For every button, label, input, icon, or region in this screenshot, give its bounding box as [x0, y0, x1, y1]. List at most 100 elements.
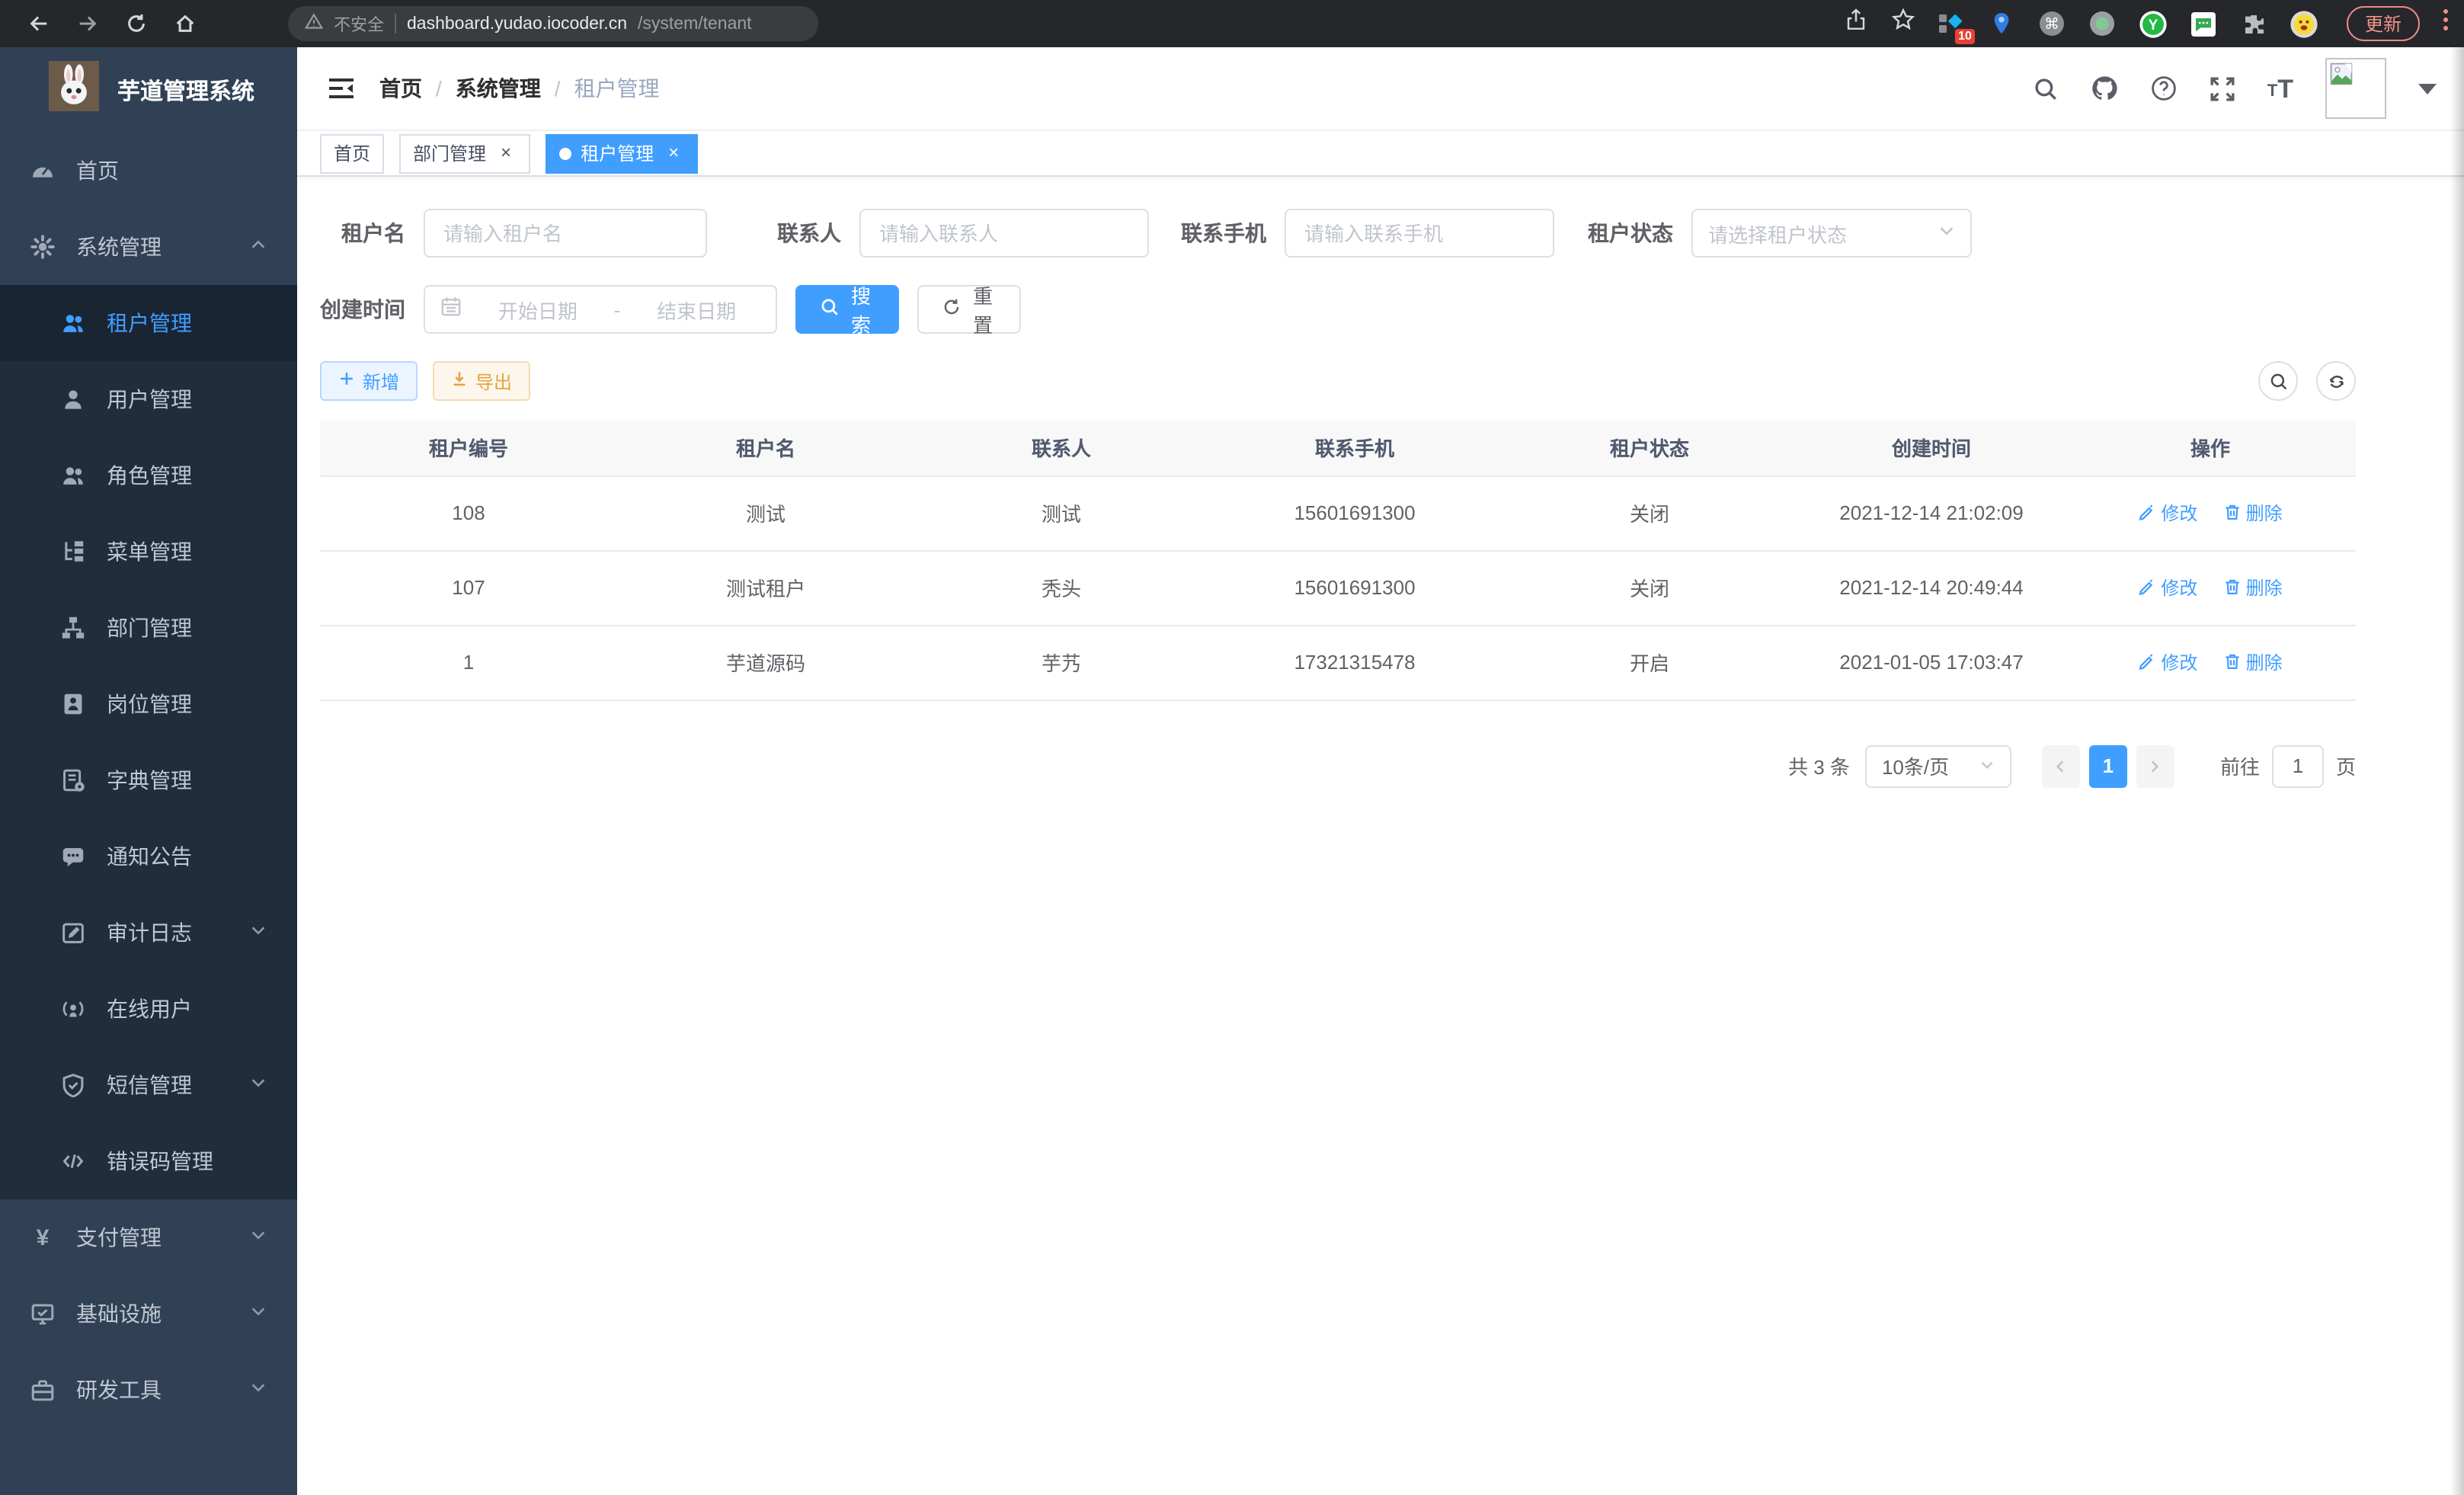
fullscreen-icon[interactable]	[2210, 75, 2235, 101]
reset-button[interactable]: 重置	[917, 285, 1021, 334]
app-logo-row[interactable]: 芋道管理系统	[0, 47, 297, 133]
svg-text:⌘: ⌘	[2045, 14, 2060, 33]
sidebar-item-home[interactable]: 首页	[0, 133, 297, 209]
dict-icon	[61, 768, 85, 792]
page-size-select[interactable]: 10条/页	[1865, 744, 2011, 787]
sidebar-collapse-icon[interactable]	[328, 76, 355, 101]
mobile-label: 联系手机	[1158, 218, 1285, 248]
share-icon[interactable]	[1844, 8, 1868, 40]
sidebar-item-devtools[interactable]: 研发工具	[0, 1352, 297, 1428]
sidebar-item-tenant[interactable]: 租户管理	[0, 285, 297, 361]
toggle-search-button[interactable]	[2258, 361, 2298, 401]
font-size-icon[interactable]	[2267, 75, 2293, 101]
extension-messages-icon[interactable]	[2190, 10, 2217, 37]
sidebar-item-error-code[interactable]: 错误码管理	[0, 1123, 297, 1199]
address-bar[interactable]: 不安全 dashboard.yudao.iocoder.cn/system/te…	[288, 6, 818, 41]
reload-icon[interactable]	[125, 12, 148, 35]
edit-link[interactable]: 修改	[2138, 500, 2197, 526]
close-icon[interactable]	[495, 142, 517, 164]
close-icon[interactable]	[663, 142, 684, 164]
sidebar-item-post[interactable]: 岗位管理	[0, 666, 297, 742]
sidebar-item-sms[interactable]: 短信管理	[0, 1047, 297, 1123]
kebab-menu-icon[interactable]	[2443, 8, 2449, 40]
url-host: dashboard.yudao.iocoder.cn	[407, 14, 627, 33]
goto-page-input[interactable]	[2272, 744, 2324, 787]
status-select[interactable]: 请选择租户状态	[1691, 209, 1972, 258]
help-icon[interactable]	[2150, 75, 2178, 102]
refresh-table-button[interactable]	[2316, 361, 2356, 401]
tag-dept[interactable]: 部门管理	[399, 133, 530, 173]
app-root: 不安全 dashboard.yudao.iocoder.cn/system/te…	[0, 0, 2464, 1495]
menu-tree-icon	[61, 539, 85, 564]
sidebar-item-pay[interactable]: 支付管理	[0, 1199, 297, 1276]
export-button[interactable]: 导出	[433, 361, 530, 401]
contact-input[interactable]	[859, 209, 1149, 258]
column-tenant-id: 租户编号	[320, 421, 617, 475]
sidebar-item-online-user[interactable]: 在线用户	[0, 971, 297, 1047]
edit-link[interactable]: 修改	[2138, 649, 2197, 675]
breadcrumb-system[interactable]: 系统管理	[456, 73, 541, 104]
avatar[interactable]	[2325, 58, 2386, 119]
next-page-button[interactable]	[2136, 744, 2174, 787]
chevron-down-icon	[250, 919, 267, 946]
column-mobile: 联系手机	[1208, 421, 1501, 475]
sidebar-item-user[interactable]: 用户管理	[0, 361, 297, 437]
sidebar-item-menu[interactable]: 菜单管理	[0, 514, 297, 590]
page-number-1[interactable]: 1	[2089, 744, 2127, 787]
tag-tenant[interactable]: 租户管理	[546, 133, 698, 173]
tag-home[interactable]: 首页	[320, 133, 384, 173]
extension-emoji-icon[interactable]	[2290, 10, 2318, 37]
forward-icon[interactable]	[76, 12, 99, 35]
range-separator: -	[614, 298, 621, 321]
tenant-table: 租户编号 租户名 联系人 联系手机 租户状态 创建时间 操作 108 测试 测试	[320, 421, 2356, 700]
update-button[interactable]: 更新	[2347, 6, 2420, 41]
main-area: 首页 / 系统管理 / 租户管理 首页 部门管理 租户管理	[297, 47, 2464, 1495]
extension-pin-icon[interactable]	[1989, 10, 2016, 37]
delete-link[interactable]: 删除	[2223, 649, 2283, 675]
breadcrumb-home[interactable]: 首页	[379, 73, 422, 104]
add-button[interactable]: 新增	[320, 361, 418, 401]
notice-icon	[61, 844, 85, 869]
extension-puzzle-icon[interactable]	[2240, 10, 2267, 37]
search-button[interactable]: 搜索	[795, 285, 899, 334]
sidebar-item-dept[interactable]: 部门管理	[0, 590, 297, 666]
status-label: 租户状态	[1573, 218, 1691, 248]
post-icon	[61, 692, 85, 716]
home-icon[interactable]	[174, 12, 197, 35]
column-actions: 操作	[2065, 421, 2356, 475]
search-icon[interactable]	[2033, 75, 2059, 101]
delete-link[interactable]: 删除	[2223, 575, 2283, 600]
sidebar-item-role[interactable]: 角色管理	[0, 437, 297, 514]
audit-icon	[61, 920, 85, 945]
sidebar-item-notice[interactable]: 通知公告	[0, 818, 297, 895]
extension-boxes-icon[interactable]: 10	[1938, 10, 1966, 37]
mobile-input[interactable]	[1285, 209, 1554, 258]
table-row: 108 测试 测试 15601691300 关闭 2021-12-14 21:0…	[320, 475, 2356, 550]
extension-command-icon[interactable]: ⌘	[2039, 10, 2066, 37]
sidebar-item-dict[interactable]: 字典管理	[0, 742, 297, 818]
sidebar-item-system[interactable]: 系统管理	[0, 209, 297, 285]
calendar-icon	[440, 295, 462, 324]
extension-record-icon[interactable]	[2089, 10, 2117, 37]
url-path: /system/tenant	[638, 14, 752, 33]
start-date-input[interactable]: 开始日期	[474, 295, 602, 324]
tenant-icon	[61, 311, 85, 335]
dropdown-caret-icon[interactable]	[2418, 83, 2437, 94]
sidebar-item-infra[interactable]: 基础设施	[0, 1276, 297, 1352]
end-date-input[interactable]: 结束日期	[632, 295, 760, 324]
tenant-name-input[interactable]	[424, 209, 707, 258]
prev-page-button[interactable]	[2042, 744, 2080, 787]
sidebar-item-audit-log[interactable]: 审计日志	[0, 895, 297, 971]
delete-link[interactable]: 删除	[2223, 500, 2283, 526]
edit-link[interactable]: 修改	[2138, 575, 2197, 600]
github-icon[interactable]	[2091, 75, 2118, 102]
chevron-down-icon	[1979, 754, 1995, 777]
star-icon[interactable]	[1891, 8, 1915, 40]
page-content: 租户名 联系人 联系手机 租户状态 请选择租户状态 创建时间 开始日期 -	[297, 177, 2464, 787]
pagination: 共 3 条 10条/页 1 前往 页	[320, 744, 2356, 787]
extension-yudao-icon[interactable]: Y	[2139, 10, 2167, 37]
date-range-picker[interactable]: 开始日期 - 结束日期	[424, 285, 777, 334]
back-icon[interactable]	[27, 12, 50, 35]
error-code-icon	[61, 1149, 85, 1173]
online-user-icon	[61, 997, 85, 1021]
